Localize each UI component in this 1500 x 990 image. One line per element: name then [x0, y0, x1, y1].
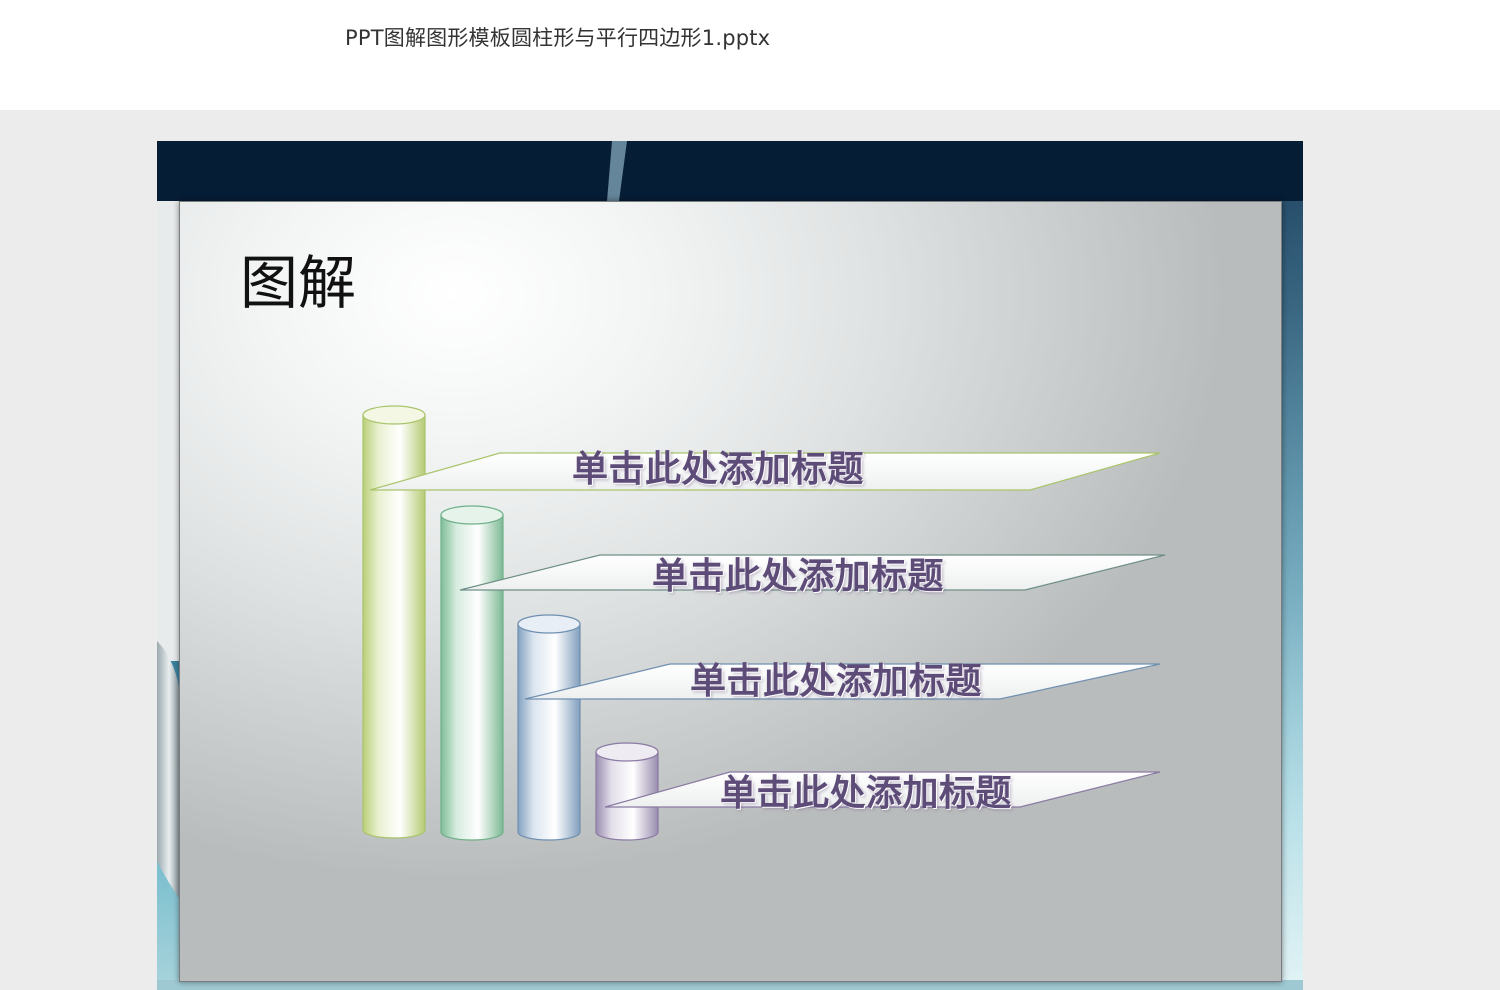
cylinder-3 [517, 614, 581, 841]
slide-preview: 图解 单击此处添加标题 单击此处添加标题 单击此处添加标题 单击此处添加标题 [157, 141, 1303, 990]
document-header: PPT图解图形模板圆柱形与平行四边形1.pptx [0, 0, 1500, 110]
cylinder-2 [440, 505, 504, 841]
banner-2-label[interactable]: 单击此处添加标题 [652, 547, 944, 599]
cylinder-1 [362, 405, 426, 839]
banner-4-label[interactable]: 单击此处添加标题 [720, 764, 1012, 816]
banner-3-label[interactable]: 单击此处添加标题 [690, 652, 982, 704]
file-name: PPT图解图形模板圆柱形与平行四边形1.pptx [345, 26, 771, 50]
cylinder-4 [595, 742, 659, 841]
banner-1-label[interactable]: 单击此处添加标题 [572, 440, 864, 492]
content-panel: 图解 单击此处添加标题 单击此处添加标题 单击此处添加标题 单击此处添加标题 [179, 201, 1282, 982]
